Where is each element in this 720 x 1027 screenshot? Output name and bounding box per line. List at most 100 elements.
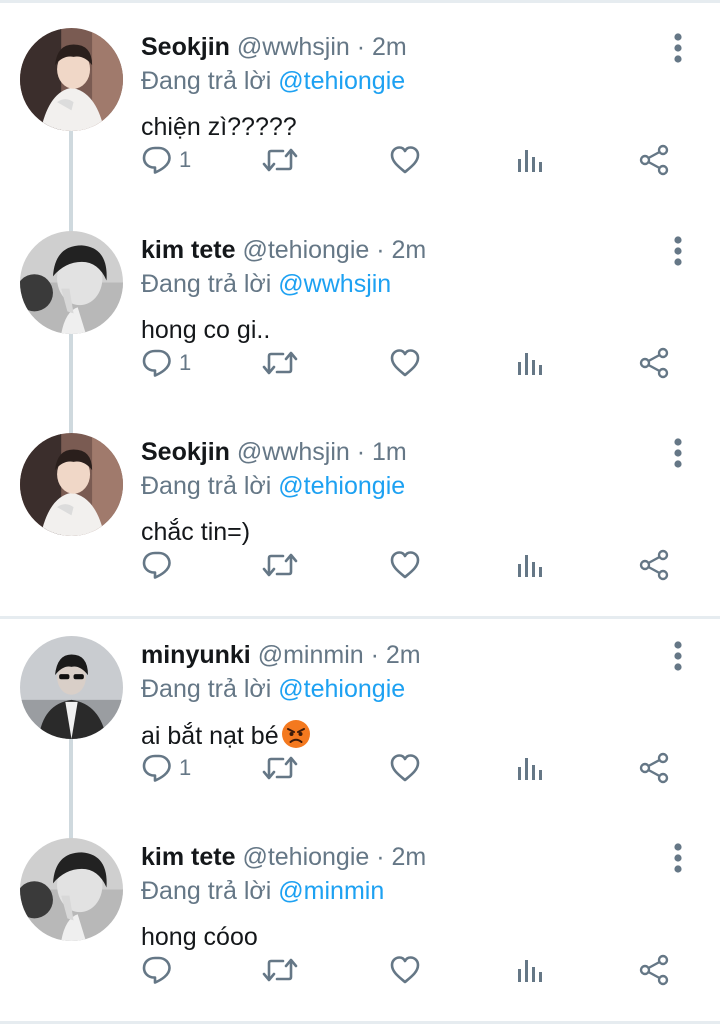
reply-icon — [141, 347, 173, 379]
like-button[interactable] — [389, 136, 421, 184]
share-icon — [638, 144, 670, 176]
author-handle[interactable]: @tehiongie — [242, 843, 369, 871]
avatar[interactable] — [20, 28, 123, 131]
like-button[interactable] — [389, 541, 421, 589]
share-icon — [638, 347, 670, 379]
reply-mention[interactable]: @tehiongie — [278, 675, 405, 703]
timestamp: 2m — [372, 33, 407, 61]
reply-icon — [141, 954, 173, 986]
retweet-button[interactable] — [262, 744, 298, 792]
like-button[interactable] — [389, 946, 421, 994]
reply-context: Đang trả lời @minmin — [141, 875, 384, 907]
analytics-button[interactable] — [514, 339, 546, 387]
reply-mention[interactable]: @minmin — [278, 877, 384, 905]
separator-dot: · — [356, 438, 366, 466]
separator-dot: · — [356, 33, 366, 61]
tweet[interactable]: Seokjin @wwhsjin · 2m Đang trả lời @tehi… — [0, 0, 720, 202]
separator-dot: · — [376, 843, 385, 871]
avatar[interactable] — [20, 433, 123, 536]
tweet-header: kim tete @tehiongie · 2m — [141, 234, 426, 266]
retweet-icon — [262, 752, 298, 784]
timestamp: 2m — [385, 641, 421, 669]
like-icon — [389, 752, 421, 784]
avatar[interactable] — [20, 838, 123, 941]
author-handle[interactable]: @tehiongie — [242, 236, 369, 264]
retweet-button[interactable] — [262, 136, 298, 184]
like-icon — [389, 549, 421, 581]
share-icon — [638, 954, 670, 986]
reply-count: 1 — [179, 755, 192, 780]
reply-button[interactable] — [141, 946, 179, 994]
reply-count: 1 — [179, 350, 192, 375]
retweet-icon — [262, 549, 298, 581]
analytics-icon — [514, 549, 546, 581]
reply-button[interactable]: 1 — [141, 136, 191, 184]
like-button[interactable] — [389, 339, 421, 387]
share-button[interactable] — [638, 946, 670, 994]
tweet-actions — [0, 946, 720, 994]
retweet-button[interactable] — [262, 541, 298, 589]
reply-mention[interactable]: @wwhsjin — [278, 270, 391, 298]
timestamp: 2m — [391, 843, 427, 871]
analytics-button[interactable] — [514, 541, 546, 589]
reply-prefix: Đang trả lời — [141, 877, 272, 905]
avatar[interactable] — [20, 231, 123, 334]
reply-icon — [141, 549, 173, 581]
author-handle[interactable]: @wwhsjin — [237, 33, 350, 61]
tweet-header: minyunki @minmin · 2m — [141, 639, 421, 671]
retweet-icon — [262, 144, 298, 176]
author-name[interactable]: minyunki — [141, 641, 251, 669]
author-handle[interactable]: @minmin — [258, 641, 364, 669]
share-button[interactable] — [638, 744, 670, 792]
like-icon — [389, 144, 421, 176]
share-icon — [638, 752, 670, 784]
author-handle[interactable]: @wwhsjin — [237, 438, 350, 466]
reply-prefix: Đang trả lời — [141, 270, 272, 298]
analytics-button[interactable] — [514, 136, 546, 184]
reply-context: Đang trả lời @tehiongie — [141, 65, 405, 97]
analytics-icon — [514, 954, 546, 986]
author-name[interactable]: Seokjin — [141, 33, 230, 61]
share-button[interactable] — [638, 339, 670, 387]
reply-mention[interactable]: @tehiongie — [278, 67, 405, 95]
reply-mention[interactable]: @tehiongie — [278, 472, 405, 500]
share-icon — [638, 549, 670, 581]
retweet-button[interactable] — [262, 339, 298, 387]
reply-context: Đang trả lời @tehiongie — [141, 470, 405, 502]
reply-count: 1 — [179, 147, 192, 172]
retweet-icon — [262, 347, 298, 379]
more-options-icon[interactable] — [664, 840, 692, 876]
divider — [0, 1021, 720, 1024]
reply-button[interactable]: 1 — [141, 744, 191, 792]
timestamp: 1m — [372, 438, 407, 466]
tweet-actions: 1 — [0, 339, 720, 387]
reply-button[interactable] — [141, 541, 179, 589]
tweet-actions: 1 — [0, 744, 720, 792]
tweet[interactable]: minyunki @minmin · 2m Đang trả lời @tehi… — [0, 608, 720, 810]
tweet[interactable]: Seokjin @wwhsjin · 1m Đang trả lời @tehi… — [0, 405, 720, 607]
reply-icon — [141, 752, 173, 784]
reply-button[interactable]: 1 — [141, 339, 191, 387]
separator-dot: · — [376, 236, 385, 264]
analytics-button[interactable] — [514, 744, 546, 792]
analytics-button[interactable] — [514, 946, 546, 994]
more-options-icon[interactable] — [664, 30, 692, 66]
reply-icon — [141, 144, 173, 176]
more-options-icon[interactable] — [664, 638, 692, 674]
more-options-icon[interactable] — [664, 233, 692, 269]
retweet-button[interactable] — [262, 946, 298, 994]
more-options-icon[interactable] — [664, 435, 692, 471]
tweet-actions — [0, 541, 720, 589]
tweet-header: kim tete @tehiongie · 2m — [141, 841, 426, 873]
share-button[interactable] — [638, 136, 670, 184]
author-name[interactable]: Seokjin — [141, 438, 230, 466]
share-button[interactable] — [638, 541, 670, 589]
avatar[interactable] — [20, 636, 123, 739]
like-icon — [389, 347, 421, 379]
analytics-icon — [514, 752, 546, 784]
tweet[interactable]: kim tete @tehiongie · 2m Đang trả lời @w… — [0, 203, 720, 405]
tweet[interactable]: kim tete @tehiongie · 2m Đang trả lời @m… — [0, 810, 720, 1012]
author-name[interactable]: kim tete — [141, 843, 235, 871]
author-name[interactable]: kim tete — [141, 236, 235, 264]
like-button[interactable] — [389, 744, 421, 792]
